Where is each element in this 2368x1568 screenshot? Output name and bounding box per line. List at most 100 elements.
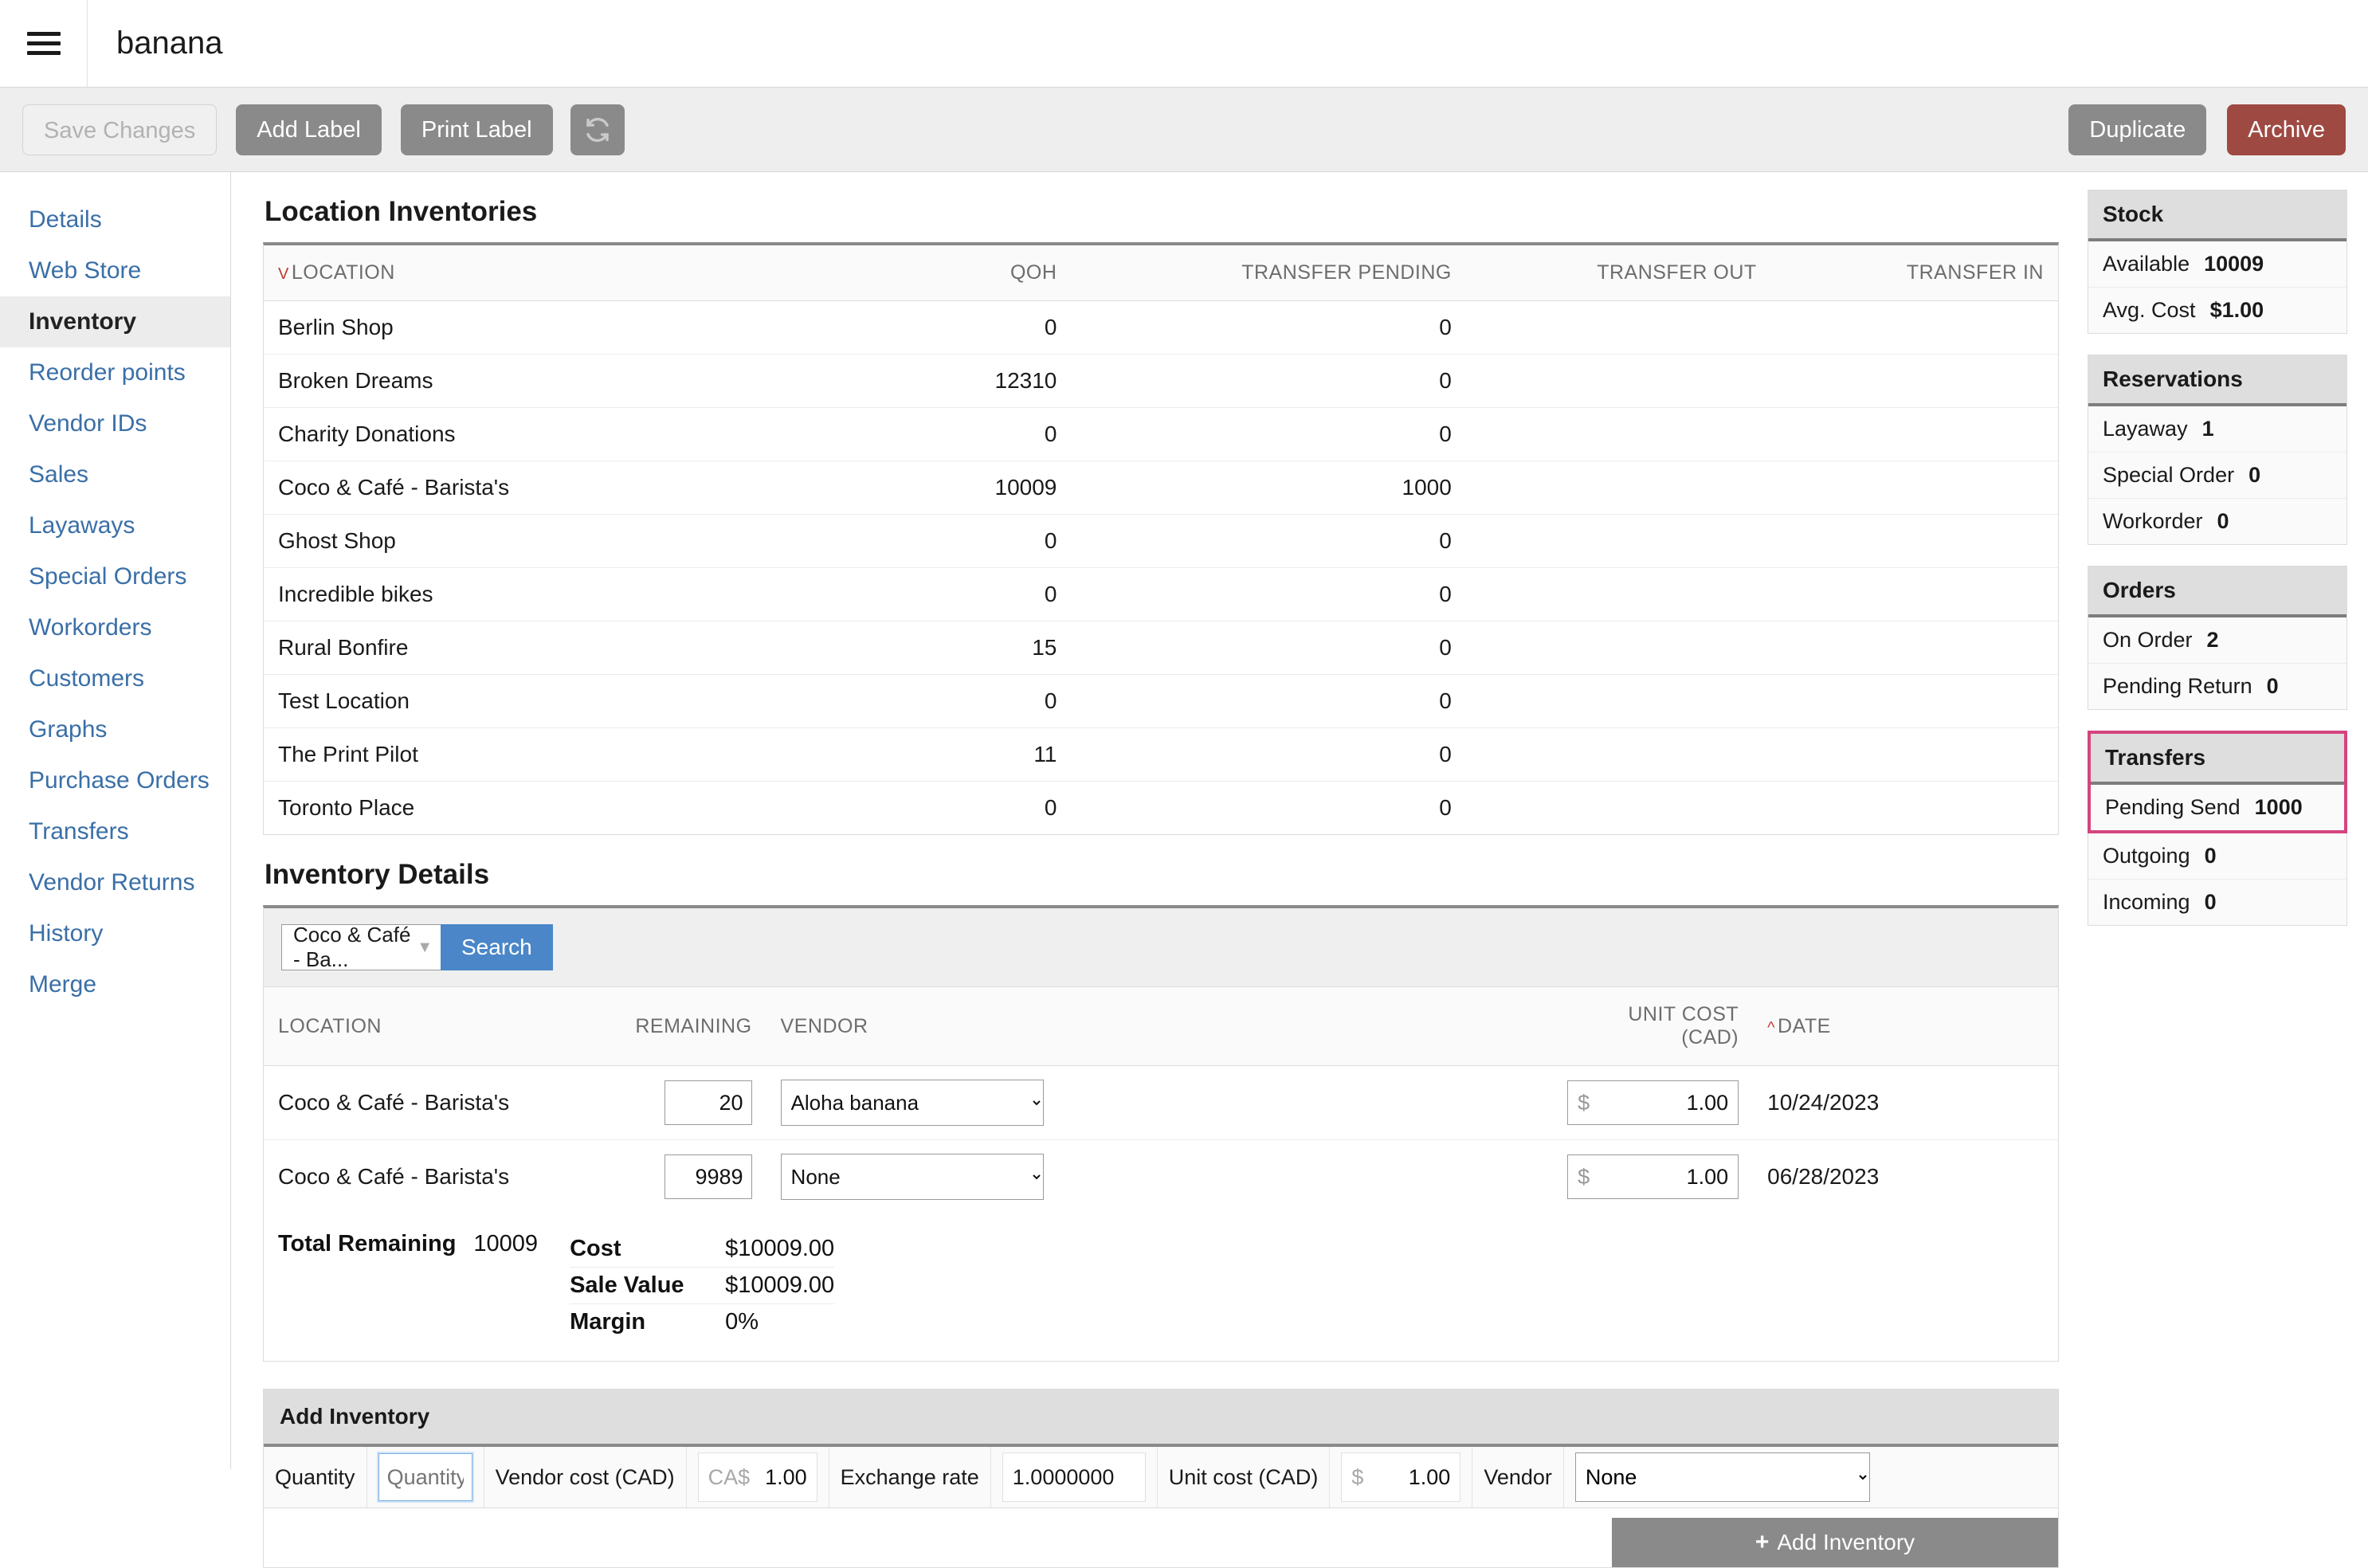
- unit-cost-input[interactable]: $ 1.00: [1341, 1452, 1461, 1502]
- sidebar-item-special-orders[interactable]: Special Orders: [0, 551, 230, 602]
- orders-card-title: Orders: [2088, 566, 2346, 617]
- sidebar-item-customers[interactable]: Customers: [0, 653, 230, 704]
- stat-label: Layaway: [2103, 417, 2188, 441]
- col-date[interactable]: ^ DATE: [1753, 987, 2058, 1066]
- duplicate-button[interactable]: Duplicate: [2068, 104, 2207, 155]
- vendor-select[interactable]: None: [1574, 1452, 1870, 1502]
- column-label: TRANSFER PENDING: [1241, 261, 1452, 284]
- cell-transfer-in: [1770, 727, 2058, 782]
- col-remaining[interactable]: REMAINING: [604, 987, 766, 1066]
- hamburger-menu-icon[interactable]: [0, 0, 88, 88]
- cell-location: The Print Pilot: [264, 727, 802, 782]
- location-filter-value: Coco & Café - Ba...: [293, 923, 411, 971]
- sidebar-item-label: Vendor IDs: [29, 410, 147, 437]
- cell-transfer-out: [1465, 354, 1771, 408]
- sidebar-item-vendor-returns[interactable]: Vendor Returns: [0, 857, 230, 908]
- table-row[interactable]: Test Location 0 0: [264, 674, 2058, 728]
- cell-transfer-in: [1770, 407, 2058, 461]
- cell-qoh: 0: [802, 514, 1072, 568]
- stat-row-available: Available 10009: [2088, 241, 2346, 288]
- column-label: TRANSFER OUT: [1597, 261, 1757, 284]
- exchange-rate-input-cell: 1.0000000: [991, 1447, 1158, 1507]
- sidebar-item-workorders[interactable]: Workorders: [0, 602, 230, 653]
- vendor-select[interactable]: Aloha banana: [780, 1080, 1044, 1126]
- col-unit-cost[interactable]: UNIT COST (CAD): [1448, 987, 1754, 1066]
- col-location[interactable]: LOCATION: [264, 987, 605, 1066]
- save-changes-button[interactable]: Save Changes: [22, 104, 218, 155]
- remaining-input[interactable]: [664, 1080, 752, 1125]
- table-row[interactable]: Coco & Café - Barista's None $1.00 06/28/20…: [264, 1140, 2058, 1214]
- stat-label: Pending Return: [2103, 674, 2252, 698]
- vendor-cost-input[interactable]: CA$ 1.00: [697, 1452, 817, 1502]
- cell-qoh: 15: [802, 621, 1072, 675]
- table-row[interactable]: Toronto Place 0 0: [264, 782, 2058, 835]
- table-row[interactable]: Ghost Shop 0 0: [264, 514, 2058, 568]
- sidebar-item-graphs[interactable]: Graphs: [0, 704, 230, 755]
- add-inventory-button[interactable]: + Add Inventory: [1612, 1518, 2058, 1567]
- table-row[interactable]: Coco & Café - Barista's Aloha banana $1.00…: [264, 1065, 2058, 1140]
- unit-cost-input[interactable]: $1.00: [1567, 1154, 1739, 1199]
- sidebar-item-reorder-points[interactable]: Reorder points: [0, 347, 230, 398]
- sidebar-item-merge[interactable]: Merge: [0, 959, 230, 1010]
- total-remaining-label: Total Remaining: [278, 1231, 457, 1256]
- table-row[interactable]: Berlin Shop 0 0: [264, 300, 2058, 355]
- location-filter-select[interactable]: Coco & Café - Ba... ▼: [281, 923, 441, 971]
- sidebar-item-history[interactable]: History: [0, 908, 230, 959]
- cell-location: Ghost Shop: [264, 514, 802, 568]
- col-qoh[interactable]: QOH: [802, 245, 1072, 301]
- col-vendor[interactable]: VENDOR: [766, 987, 1449, 1066]
- reservations-card: Reservations Layaway 1 Special Order 0 Workor…: [2088, 355, 2347, 545]
- quantity-input[interactable]: [376, 1452, 474, 1503]
- sidebar-item-details[interactable]: Details: [0, 194, 230, 245]
- sidebar-item-transfers[interactable]: Transfers: [0, 806, 230, 857]
- sidebar-item-layaways[interactable]: Layaways: [0, 500, 230, 551]
- stat-label: Avg. Cost: [2103, 298, 2196, 322]
- sidebar-item-web-store[interactable]: Web Store: [0, 245, 230, 296]
- add-label-button[interactable]: Add Label: [236, 104, 382, 155]
- refresh-icon[interactable]: [570, 104, 625, 155]
- quantity-label: Quantity: [275, 1464, 355, 1489]
- sidebar-item-inventory[interactable]: Inventory: [0, 296, 230, 347]
- sort-asc-icon: ^: [1767, 1018, 1776, 1037]
- remaining-input[interactable]: [664, 1154, 752, 1199]
- sidebar-item-sales[interactable]: Sales: [0, 449, 230, 500]
- sidebar-item-label: Workorders: [29, 614, 152, 641]
- stat-value: 0: [2217, 509, 2229, 533]
- stat-value: 1: [2201, 417, 2214, 441]
- exchange-rate-label-cell: Exchange rate: [829, 1447, 991, 1507]
- quantity-input-cell: [367, 1447, 484, 1507]
- vendor-cost-label-cell: Vendor cost (CAD): [484, 1447, 687, 1507]
- table-row[interactable]: Coco & Café - Barista's 10009 1000: [264, 461, 2058, 515]
- stat-row-pending-send: Pending Send 1000: [2091, 785, 2344, 830]
- table-row[interactable]: The Print Pilot 11 0: [264, 727, 2058, 782]
- table-row[interactable]: Charity Donations 0 0: [264, 407, 2058, 461]
- location-inventories-table: v LOCATION QOH TRANSFER PENDING TRANSFER OUT…: [264, 245, 2058, 834]
- table-row[interactable]: Broken Dreams 12310 0: [264, 354, 2058, 408]
- column-label: TRANSFER IN: [1906, 261, 2044, 284]
- table-row[interactable]: Rural Bonfire 15 0: [264, 621, 2058, 675]
- vendor-label-cell: Vendor: [1472, 1447, 1564, 1507]
- exchange-rate-input[interactable]: 1.0000000: [1002, 1452, 1146, 1502]
- search-button[interactable]: Search: [441, 924, 553, 970]
- col-transfer-in[interactable]: TRANSFER IN: [1770, 245, 2058, 301]
- col-transfer-pending[interactable]: TRANSFER PENDING: [1071, 245, 1466, 301]
- cell-transfer-in: [1770, 514, 2058, 568]
- stat-label: Outgoing: [2103, 844, 2190, 868]
- archive-button[interactable]: Archive: [2227, 104, 2346, 155]
- sidebar-item-vendor-ids[interactable]: Vendor IDs: [0, 398, 230, 449]
- vendor-select[interactable]: None: [780, 1154, 1044, 1200]
- cell-transfer-out: [1465, 461, 1771, 515]
- table-row[interactable]: Incredible bikes 0 0: [264, 567, 2058, 621]
- col-location[interactable]: v LOCATION: [264, 245, 802, 301]
- unit-cost-input[interactable]: $1.00: [1567, 1080, 1739, 1125]
- sale-value-row: Sale Value $10009.00: [570, 1267, 835, 1303]
- sidebar-item-purchase-orders[interactable]: Purchase Orders: [0, 755, 230, 806]
- total-remaining-value: 10009: [473, 1231, 539, 1256]
- cell-transfer-out: [1465, 621, 1771, 675]
- col-transfer-out[interactable]: TRANSFER OUT: [1465, 245, 1771, 301]
- print-label-button[interactable]: Print Label: [400, 104, 553, 155]
- cell-transfer-out: [1465, 407, 1771, 461]
- cell-qoh: 12310: [802, 354, 1072, 408]
- cell-transfer-pending: 0: [1071, 354, 1466, 408]
- cell-qoh: 0: [802, 674, 1072, 728]
